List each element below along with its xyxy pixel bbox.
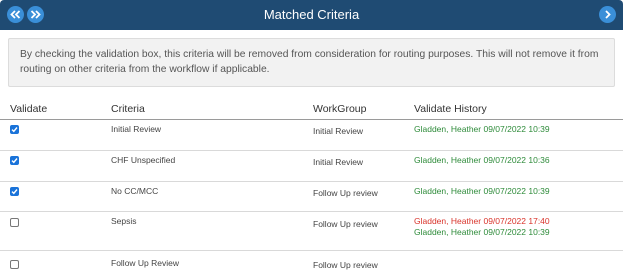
history-entry: Gladden, Heather 09/07/2022 17:40 bbox=[414, 216, 550, 226]
row-divider bbox=[0, 211, 623, 212]
chevron-right-icon bbox=[605, 10, 611, 19]
workgroup-cell: Initial Review bbox=[313, 126, 364, 136]
workgroup-cell: Follow Up review bbox=[313, 188, 378, 198]
history-entry: Gladden, Heather 09/07/2022 10:39 bbox=[414, 124, 550, 134]
row-divider bbox=[0, 250, 623, 251]
workgroup-cell: Initial Review bbox=[313, 157, 364, 167]
workgroup-cell: Follow Up review bbox=[313, 260, 378, 270]
column-header-validate-history: Validate History bbox=[414, 103, 487, 115]
checkmark-icon bbox=[11, 189, 18, 195]
validate-checkbox[interactable] bbox=[10, 187, 19, 196]
history-entry: Gladden, Heather 09/07/2022 10:39 bbox=[414, 186, 550, 196]
criteria-cell: CHF Unspecified bbox=[111, 155, 176, 165]
criteria-cell: Sepsis bbox=[111, 216, 137, 226]
criteria-cell: No CC/MCC bbox=[111, 186, 159, 196]
validate-checkbox[interactable] bbox=[10, 156, 19, 165]
checkmark-icon bbox=[11, 127, 18, 133]
panel-title: Matched Criteria bbox=[263, 7, 360, 22]
validate-checkbox[interactable] bbox=[10, 125, 19, 134]
criteria-cell: Initial Review bbox=[111, 124, 162, 134]
next-button[interactable] bbox=[599, 6, 616, 23]
column-header-validate: Validate bbox=[10, 103, 48, 115]
history-entry: Gladden, Heather 09/07/2022 10:39 bbox=[414, 227, 550, 237]
header-divider bbox=[0, 119, 623, 120]
validation-notice: By checking the validation box, this cri… bbox=[8, 38, 615, 87]
matched-criteria-header: Matched Criteria bbox=[0, 0, 623, 30]
workgroup-cell: Follow Up review bbox=[313, 219, 378, 229]
row-divider bbox=[0, 150, 623, 151]
criteria-cell: Follow Up Review bbox=[111, 258, 180, 268]
validate-checkbox[interactable] bbox=[10, 218, 19, 227]
column-header-workgroup: WorkGroup bbox=[313, 103, 367, 115]
validate-checkbox[interactable] bbox=[10, 260, 19, 269]
column-header-criteria: Criteria bbox=[111, 103, 145, 115]
notice-text: By checking the validation box, this cri… bbox=[20, 49, 599, 75]
history-entry: Gladden, Heather 09/07/2022 10:36 bbox=[414, 155, 550, 165]
row-divider bbox=[0, 181, 623, 182]
checkmark-icon bbox=[11, 158, 18, 164]
